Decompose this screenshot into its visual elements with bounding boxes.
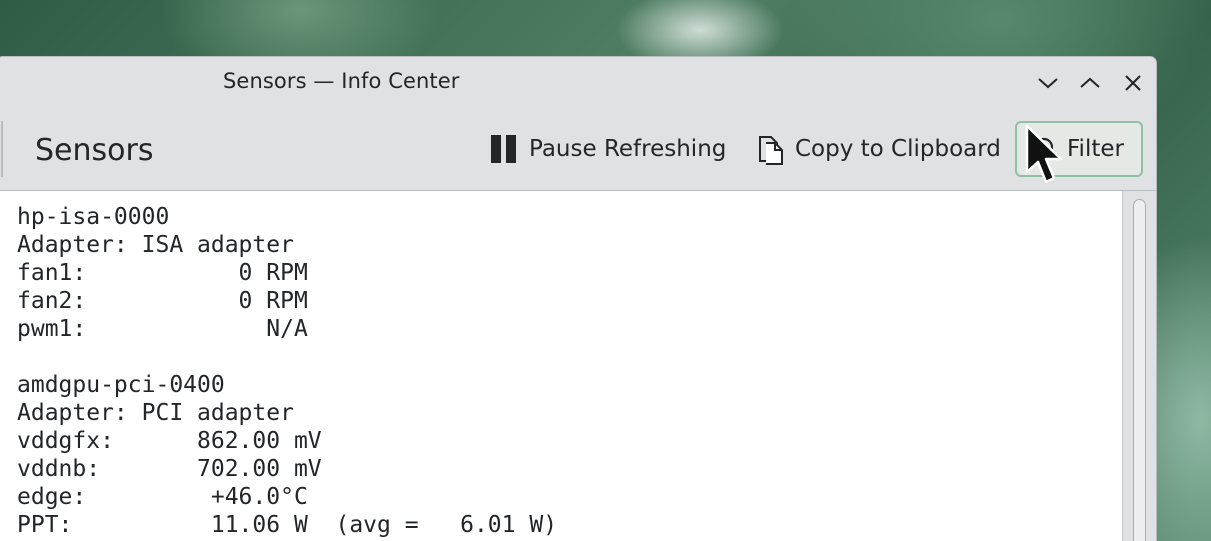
copy-icon: [757, 133, 785, 165]
window-title: Sensors — Info Center: [223, 69, 460, 93]
sensor-output-line: Adapter: ISA adapter: [17, 232, 294, 258]
pause-refreshing-label: Pause Refreshing: [529, 136, 727, 162]
page-title: Sensors: [35, 133, 154, 168]
sensor-output-line: Adapter: PCI adapter: [17, 400, 294, 426]
sensor-output-line: vddgfx: 862.00 mV: [17, 428, 322, 454]
chevron-up-icon: [1080, 77, 1100, 88]
filter-label: Filter: [1067, 136, 1124, 162]
chevron-down-icon: [1038, 78, 1058, 89]
sensor-output-line: edge: +46.0°C: [17, 484, 308, 510]
copy-to-clipboard-button[interactable]: Copy to Clipboard: [757, 121, 1001, 177]
pause-icon: [489, 134, 519, 164]
search-icon: [1029, 135, 1057, 163]
filter-button[interactable]: Filter: [1015, 121, 1143, 177]
sensor-output-line: fan2: 0 RPM: [17, 288, 308, 314]
info-center-window: Sensors — Info Center Sensors Pause Refr…: [0, 56, 1157, 541]
pause-refreshing-button[interactable]: Pause Refreshing: [489, 121, 726, 177]
close-button[interactable]: [1118, 69, 1148, 97]
minimize-button[interactable]: [1033, 69, 1063, 97]
sensor-output-line: amdgpu-pci-0400: [17, 372, 225, 398]
sensor-output-line: hp-isa-0000: [17, 204, 170, 230]
scrollbar-thumb[interactable]: [1133, 199, 1146, 541]
sensor-output-line: pwm1: N/A: [17, 316, 308, 342]
maximize-button[interactable]: [1075, 69, 1105, 97]
copy-to-clipboard-label: Copy to Clipboard: [795, 136, 1001, 162]
sensor-output-line: vddnb: 702.00 mV: [17, 456, 322, 482]
sensor-output-line: fan1: 0 RPM: [17, 260, 308, 286]
close-icon: [1125, 75, 1141, 91]
sensor-output-line: PPT: 11.06 W (avg = 6.01 W): [17, 512, 558, 538]
vertical-scrollbar[interactable]: [1122, 191, 1156, 541]
sensors-output-area[interactable]: hp-isa-0000 Adapter: ISA adapter fan1: 0 R…: [0, 191, 1122, 541]
title-bar[interactable]: Sensors — Info Center: [0, 57, 1156, 109]
sensor-output-line: [17, 343, 557, 371]
sensors-output-text: hp-isa-0000 Adapter: ISA adapter fan1: 0 R…: [17, 203, 557, 539]
sidebar-divider: [1, 121, 3, 177]
